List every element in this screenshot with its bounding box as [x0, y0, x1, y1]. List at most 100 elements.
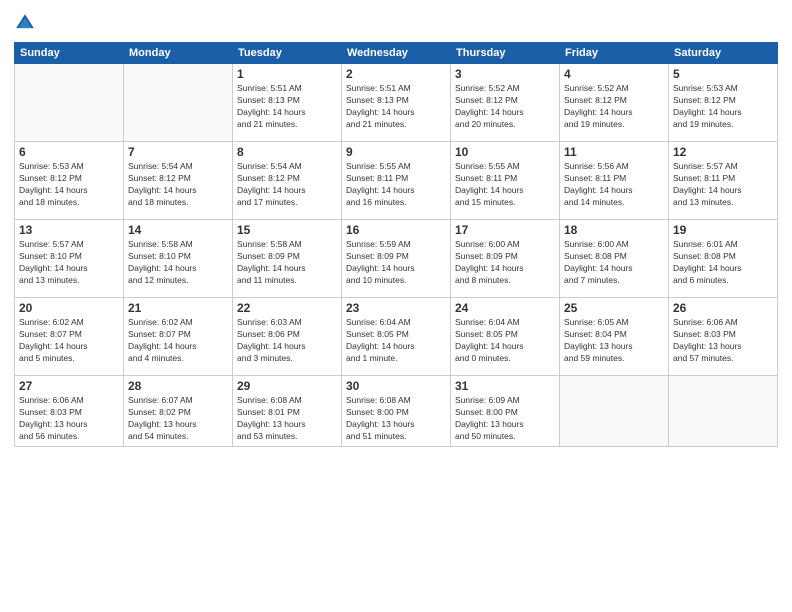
calendar-cell: 8 Sunrise: 5:54 AM Sunset: 8:12 PM Daylig…: [233, 142, 342, 220]
calendar-week-row: 20 Sunrise: 6:02 AM Sunset: 8:07 PM Dayli…: [15, 298, 778, 376]
day-info: Sunrise: 5:53 AM Sunset: 8:12 PM Dayligh…: [673, 83, 773, 131]
day-info: Sunrise: 6:08 AM Sunset: 8:01 PM Dayligh…: [237, 395, 337, 443]
calendar-cell: 29Sunrise: 6:08 AM Sunset: 8:01 PM Dayli…: [233, 376, 342, 447]
day-info: Sunrise: 6:02 AM Sunset: 8:07 PM Dayligh…: [128, 317, 228, 365]
calendar-cell: 20 Sunrise: 6:02 AM Sunset: 8:07 PM Dayli…: [15, 298, 124, 376]
day-number: 30: [346, 379, 446, 393]
weekday-header: Thursday: [451, 43, 560, 64]
day-info: Sunrise: 6:00 AM Sunset: 8:08 PM Dayligh…: [564, 239, 664, 287]
calendar-cell: 30Sunrise: 6:08 AM Sunset: 8:00 PM Dayli…: [342, 376, 451, 447]
calendar-cell: 9Sunrise: 5:55 AM Sunset: 8:11 PM Daylig…: [342, 142, 451, 220]
calendar-cell: 2 Sunrise: 5:51 AM Sunset: 8:13 PM Daylig…: [342, 64, 451, 142]
day-info: Sunrise: 5:51 AM Sunset: 8:13 PM Dayligh…: [237, 83, 337, 131]
calendar-cell: 12 Sunrise: 5:57 AM Sunset: 8:11 PM Dayli…: [669, 142, 778, 220]
page: SundayMondayTuesdayWednesdayThursdayFrid…: [0, 0, 792, 612]
day-info: Sunrise: 6:06 AM Sunset: 8:03 PM Dayligh…: [19, 395, 119, 443]
day-number: 22: [237, 301, 337, 315]
day-number: 19: [673, 223, 773, 237]
calendar-cell: 7 Sunrise: 5:54 AM Sunset: 8:12 PM Daylig…: [124, 142, 233, 220]
day-number: 15: [237, 223, 337, 237]
calendar-cell: 4 Sunrise: 5:52 AM Sunset: 8:12 PM Daylig…: [560, 64, 669, 142]
day-number: 28: [128, 379, 228, 393]
day-number: 16: [346, 223, 446, 237]
day-info: Sunrise: 5:58 AM Sunset: 8:10 PM Dayligh…: [128, 239, 228, 287]
weekday-header: Friday: [560, 43, 669, 64]
day-info: Sunrise: 5:55 AM Sunset: 8:11 PM Dayligh…: [455, 161, 555, 209]
day-info: Sunrise: 5:58 AM Sunset: 8:09 PM Dayligh…: [237, 239, 337, 287]
day-info: Sunrise: 6:05 AM Sunset: 8:04 PM Dayligh…: [564, 317, 664, 365]
calendar-cell: 6 Sunrise: 5:53 AM Sunset: 8:12 PM Daylig…: [15, 142, 124, 220]
day-info: Sunrise: 5:54 AM Sunset: 8:12 PM Dayligh…: [237, 161, 337, 209]
day-number: 24: [455, 301, 555, 315]
weekday-header: Saturday: [669, 43, 778, 64]
weekday-header: Wednesday: [342, 43, 451, 64]
logo: [14, 12, 40, 34]
header: [14, 12, 778, 34]
day-info: Sunrise: 5:56 AM Sunset: 8:11 PM Dayligh…: [564, 161, 664, 209]
weekday-header-row: SundayMondayTuesdayWednesdayThursdayFrid…: [15, 43, 778, 64]
day-number: 20: [19, 301, 119, 315]
day-number: 5: [673, 67, 773, 81]
calendar-cell: 5 Sunrise: 5:53 AM Sunset: 8:12 PM Daylig…: [669, 64, 778, 142]
calendar-cell: 11 Sunrise: 5:56 AM Sunset: 8:11 PM Dayli…: [560, 142, 669, 220]
day-number: 1: [237, 67, 337, 81]
day-number: 25: [564, 301, 664, 315]
calendar-week-row: 13Sunrise: 5:57 AM Sunset: 8:10 PM Dayli…: [15, 220, 778, 298]
calendar-cell: [669, 376, 778, 447]
day-number: 11: [564, 145, 664, 159]
day-info: Sunrise: 6:04 AM Sunset: 8:05 PM Dayligh…: [346, 317, 446, 365]
day-number: 2: [346, 67, 446, 81]
day-info: Sunrise: 5:51 AM Sunset: 8:13 PM Dayligh…: [346, 83, 446, 131]
day-number: 10: [455, 145, 555, 159]
calendar-cell: 14 Sunrise: 5:58 AM Sunset: 8:10 PM Dayli…: [124, 220, 233, 298]
day-number: 18: [564, 223, 664, 237]
day-info: Sunrise: 6:06 AM Sunset: 8:03 PM Dayligh…: [673, 317, 773, 365]
day-number: 23: [346, 301, 446, 315]
calendar-cell: 13Sunrise: 5:57 AM Sunset: 8:10 PM Dayli…: [15, 220, 124, 298]
day-info: Sunrise: 5:52 AM Sunset: 8:12 PM Dayligh…: [564, 83, 664, 131]
day-info: Sunrise: 5:53 AM Sunset: 8:12 PM Dayligh…: [19, 161, 119, 209]
calendar-cell: 3 Sunrise: 5:52 AM Sunset: 8:12 PM Daylig…: [451, 64, 560, 142]
calendar-cell: 17 Sunrise: 6:00 AM Sunset: 8:09 PM Dayli…: [451, 220, 560, 298]
day-number: 3: [455, 67, 555, 81]
calendar-cell: 25 Sunrise: 6:05 AM Sunset: 8:04 PM Dayli…: [560, 298, 669, 376]
day-info: Sunrise: 6:00 AM Sunset: 8:09 PM Dayligh…: [455, 239, 555, 287]
day-number: 4: [564, 67, 664, 81]
calendar-cell: 24 Sunrise: 6:04 AM Sunset: 8:05 PM Dayli…: [451, 298, 560, 376]
calendar-week-row: 6 Sunrise: 5:53 AM Sunset: 8:12 PM Daylig…: [15, 142, 778, 220]
day-number: 26: [673, 301, 773, 315]
calendar-cell: [124, 64, 233, 142]
calendar-week-row: 27Sunrise: 6:06 AM Sunset: 8:03 PM Dayli…: [15, 376, 778, 447]
calendar-cell: [15, 64, 124, 142]
calendar-cell: 19 Sunrise: 6:01 AM Sunset: 8:08 PM Dayli…: [669, 220, 778, 298]
calendar-cell: 31Sunrise: 6:09 AM Sunset: 8:00 PM Dayli…: [451, 376, 560, 447]
day-info: Sunrise: 6:04 AM Sunset: 8:05 PM Dayligh…: [455, 317, 555, 365]
calendar-cell: [560, 376, 669, 447]
day-info: Sunrise: 5:52 AM Sunset: 8:12 PM Dayligh…: [455, 83, 555, 131]
day-number: 14: [128, 223, 228, 237]
weekday-header: Tuesday: [233, 43, 342, 64]
day-number: 6: [19, 145, 119, 159]
day-number: 13: [19, 223, 119, 237]
logo-icon: [14, 12, 36, 34]
calendar: SundayMondayTuesdayWednesdayThursdayFrid…: [14, 42, 778, 447]
day-number: 7: [128, 145, 228, 159]
calendar-cell: 16Sunrise: 5:59 AM Sunset: 8:09 PM Dayli…: [342, 220, 451, 298]
weekday-header: Monday: [124, 43, 233, 64]
calendar-cell: 27Sunrise: 6:06 AM Sunset: 8:03 PM Dayli…: [15, 376, 124, 447]
calendar-cell: 18 Sunrise: 6:00 AM Sunset: 8:08 PM Dayli…: [560, 220, 669, 298]
day-number: 12: [673, 145, 773, 159]
day-info: Sunrise: 6:07 AM Sunset: 8:02 PM Dayligh…: [128, 395, 228, 443]
day-info: Sunrise: 6:01 AM Sunset: 8:08 PM Dayligh…: [673, 239, 773, 287]
day-info: Sunrise: 5:57 AM Sunset: 8:11 PM Dayligh…: [673, 161, 773, 209]
day-number: 8: [237, 145, 337, 159]
calendar-cell: 26 Sunrise: 6:06 AM Sunset: 8:03 PM Dayli…: [669, 298, 778, 376]
calendar-cell: 22Sunrise: 6:03 AM Sunset: 8:06 PM Dayli…: [233, 298, 342, 376]
day-info: Sunrise: 5:55 AM Sunset: 8:11 PM Dayligh…: [346, 161, 446, 209]
day-info: Sunrise: 6:02 AM Sunset: 8:07 PM Dayligh…: [19, 317, 119, 365]
day-info: Sunrise: 5:54 AM Sunset: 8:12 PM Dayligh…: [128, 161, 228, 209]
day-number: 17: [455, 223, 555, 237]
calendar-cell: 1 Sunrise: 5:51 AM Sunset: 8:13 PM Daylig…: [233, 64, 342, 142]
weekday-header: Sunday: [15, 43, 124, 64]
calendar-week-row: 1 Sunrise: 5:51 AM Sunset: 8:13 PM Daylig…: [15, 64, 778, 142]
